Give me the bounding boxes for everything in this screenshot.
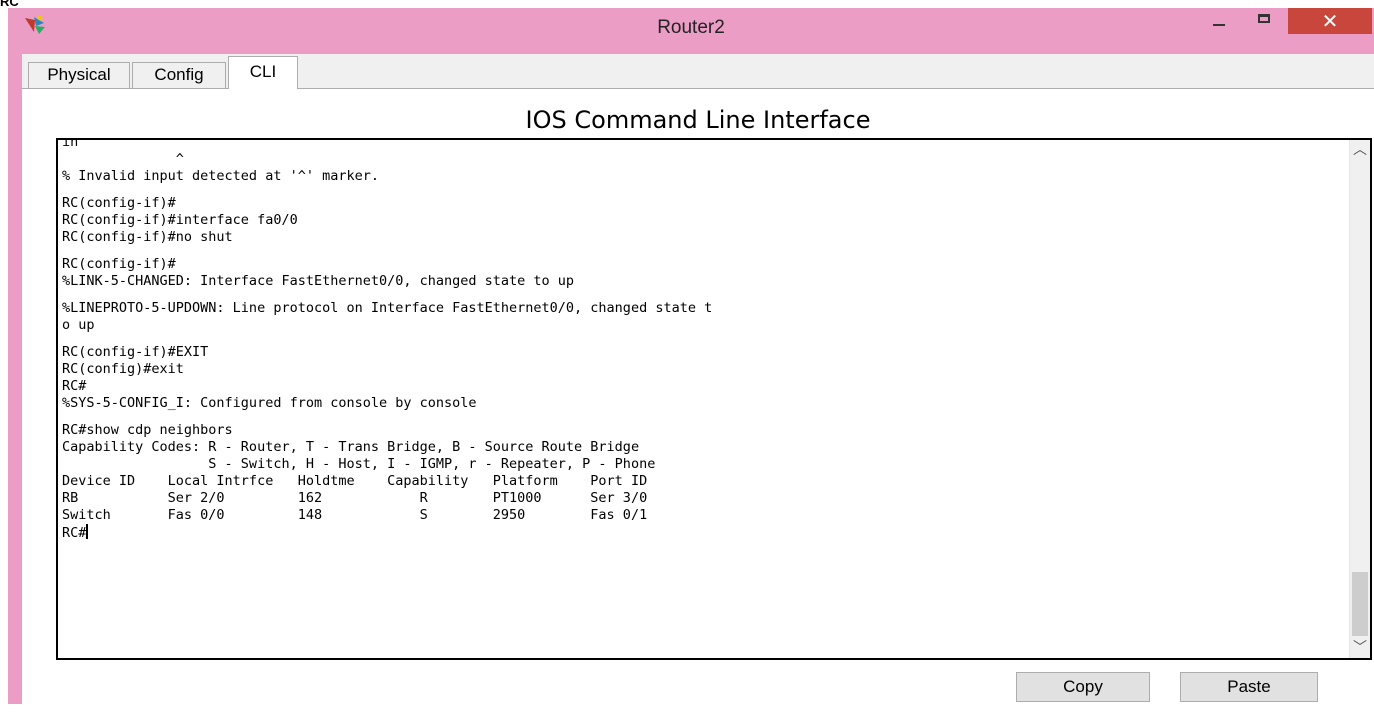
terminal-line: Device ID Local Intrfce Holdtme Capabili… (62, 473, 648, 489)
terminal-line: RC#show cdp neighbors (62, 422, 233, 438)
terminal-line: %LINEPROTO-5-UPDOWN: Line protocol on In… (62, 300, 713, 316)
tab-cli[interactable]: CLI (228, 56, 298, 89)
terminal-prompt-line[interactable]: RC# (62, 524, 1326, 541)
terminal-line: Switch Fas 0/0 148 S 2950 Fas 0/1 (62, 507, 648, 523)
terminal-line: RC(config)#exit (62, 361, 184, 377)
text-cursor (86, 524, 89, 539)
terminal-line: RC(config-if)#EXIT (62, 344, 209, 360)
paste-button[interactable]: Paste (1180, 672, 1318, 702)
client-area: Physical Config CLI IOS Command Line Int… (22, 54, 1374, 712)
terminal-line: RC(config-if)# (62, 256, 176, 272)
close-icon: ✕ (1321, 9, 1339, 33)
terminal-prompt: RC# (62, 525, 87, 541)
scroll-down-icon[interactable]: ﹀ (1350, 638, 1370, 658)
cli-terminal[interactable]: in ^% Invalid input detected at '^' mark… (56, 138, 1372, 660)
cli-heading: IOS Command Line Interface (525, 106, 871, 134)
terminal-line: RC(config-if)#no shut (62, 229, 233, 245)
terminal-line: ^ (62, 151, 184, 167)
terminal-line: RC(config-if)# (62, 195, 176, 211)
close-button[interactable]: ✕ (1288, 8, 1372, 34)
terminal-line: in (62, 138, 79, 150)
terminal-line: Capability Codes: R - Router, T - Trans … (62, 439, 640, 455)
title-bar[interactable]: Router2 ✕ (8, 8, 1374, 46)
window-title: Router2 (657, 17, 725, 38)
maximize-icon (1258, 14, 1270, 23)
terminal-line: % Invalid input detected at '^' marker. (62, 168, 379, 184)
top-strip: RC (0, 0, 1374, 9)
tab-bar: Physical Config CLI (22, 54, 1374, 89)
terminal-line: RC(config-if)#interface fa0/0 (62, 212, 298, 228)
terminal-scrollbar[interactable]: ︿ ﹀ (1349, 140, 1370, 658)
tab-physical[interactable]: Physical (28, 62, 130, 88)
scroll-thumb[interactable] (1352, 572, 1368, 636)
scroll-up-icon[interactable]: ︿ (1350, 140, 1370, 160)
terminal-line: RB Ser 2/0 162 R PT1000 Ser 3/0 (62, 490, 648, 506)
copy-button[interactable]: Copy (1016, 672, 1150, 702)
minimize-button[interactable] (1196, 8, 1240, 34)
terminal-line: o up (62, 317, 95, 333)
terminal-line: RC# (62, 378, 87, 394)
tab-config[interactable]: Config (132, 62, 226, 88)
terminal-output[interactable]: in ^% Invalid input detected at '^' mark… (62, 138, 1326, 541)
terminal-line: S - Switch, H - Host, I - IGMP, r - Repe… (62, 456, 656, 472)
maximize-button[interactable] (1241, 8, 1287, 34)
router-window: Router2 ✕ Physical Config CLI IOS Comman… (8, 8, 1374, 712)
terminal-line: %LINK-5-CHANGED: Interface FastEthernet0… (62, 273, 575, 289)
terminal-line: %SYS-5-CONFIG_I: Configured from console… (62, 395, 477, 411)
minimize-icon (1213, 24, 1225, 26)
